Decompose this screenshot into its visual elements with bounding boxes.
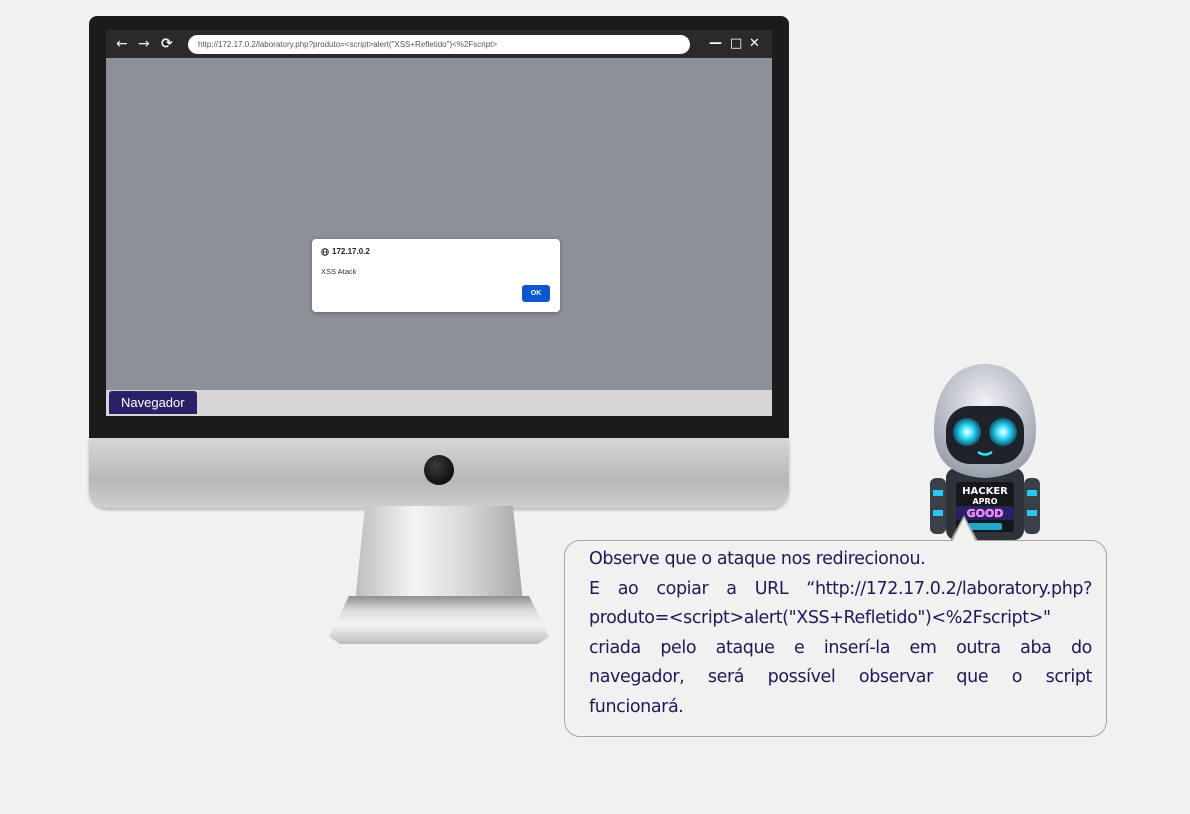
- badge-line-1: HACKER: [962, 486, 1008, 497]
- reload-icon[interactable]: ⟳: [161, 34, 173, 54]
- bubble-line: navegador, será possível observar que o …: [589, 667, 1092, 687]
- address-bar[interactable]: http://172.17.0.2/laboratory.php?produto…: [188, 35, 690, 54]
- bubble-line: produto=<script>alert("XSS+Refletido")<%…: [589, 608, 1051, 628]
- alert-origin: 172.17.0.2: [321, 247, 370, 256]
- alert-dialog: 172.17.0.2 XSS Atack OK: [312, 239, 560, 312]
- maximize-icon[interactable]: □: [730, 34, 742, 54]
- monitor-stand-base: [329, 596, 549, 644]
- speech-bubble-text: Observe que o ataque nos redirecionou. E…: [589, 545, 1092, 722]
- bubble-line: Observe que o ataque nos redirecionou.: [589, 549, 926, 569]
- taskbar-item-navegador[interactable]: Navegador: [109, 391, 197, 414]
- taskbar: Navegador: [106, 390, 772, 416]
- ok-button[interactable]: OK: [522, 285, 550, 302]
- alert-message: XSS Atack: [321, 267, 357, 276]
- forward-arrow-icon[interactable]: →: [138, 34, 150, 54]
- monitor-stand-neck: [355, 506, 523, 602]
- bubble-line: E ao copiar a URL “http://172.17.0.2/lab…: [589, 578, 1092, 599]
- bubble-line: funcionará.: [589, 696, 684, 717]
- robot-mascot: HACKER APRO GOOD: [930, 364, 1040, 540]
- browser-toolbar: ← → ⟳ http://172.17.0.2/laboratory.php?p…: [106, 30, 772, 58]
- globe-icon: [321, 247, 329, 256]
- badge-line-2: APRO: [972, 497, 997, 506]
- alert-origin-text: 172.17.0.2: [332, 247, 370, 256]
- back-arrow-icon[interactable]: ←: [116, 34, 128, 54]
- monitor-screen: ← → ⟳ http://172.17.0.2/laboratory.php?p…: [106, 30, 772, 416]
- monitor-logo-dot: [424, 455, 454, 485]
- close-icon[interactable]: ✕: [749, 34, 760, 54]
- bubble-line: criada pelo ataque e inserí-la em outra …: [589, 637, 1092, 658]
- minimize-icon[interactable]: —: [709, 34, 722, 54]
